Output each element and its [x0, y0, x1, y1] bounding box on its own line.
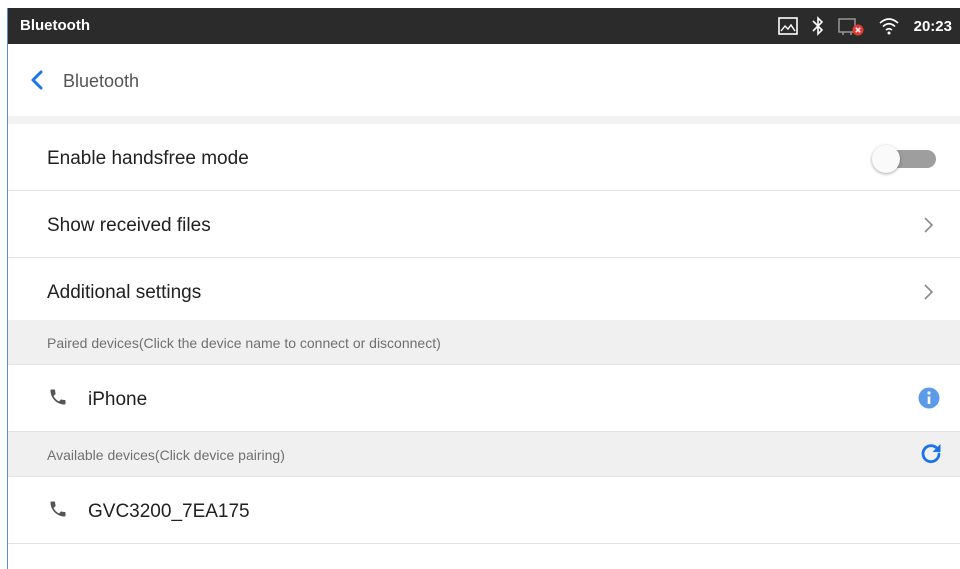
additional-settings-row[interactable]: Additional settings — [8, 258, 960, 325]
available-devices-label: Available devices(Click device pairing) — [47, 447, 285, 463]
screenshot-icon — [777, 17, 798, 35]
handsfree-label: Enable handsfree mode — [47, 148, 249, 169]
screen: Bluetooth 20:23 Bluetooth Enable handsfr… — [8, 8, 960, 569]
received-files-label: Show received files — [47, 215, 211, 236]
paired-devices-label: Paired devices(Click the device name to … — [47, 335, 441, 351]
chevron-left-icon — [31, 70, 43, 90]
chevron-right-icon — [922, 216, 934, 239]
wifi-icon — [878, 17, 900, 35]
toggle-thumb — [872, 145, 900, 173]
page-title: Bluetooth — [63, 71, 140, 91]
handsfree-toggle[interactable] — [872, 144, 940, 173]
status-icons: 20:23 — [777, 8, 952, 44]
handsfree-row[interactable]: Enable handsfree mode — [8, 124, 960, 191]
chevron-right-icon — [922, 283, 934, 306]
paired-devices-header: Paired devices(Click the device name to … — [8, 320, 960, 365]
paired-device-iphone[interactable]: iPhone — [8, 365, 960, 432]
app-bar: Bluetooth — [8, 44, 960, 117]
additional-settings-label: Additional settings — [47, 282, 202, 303]
status-bar: Bluetooth 20:23 — [8, 8, 960, 44]
bluetooth-icon — [812, 16, 824, 36]
phone-icon — [48, 499, 68, 524]
info-icon[interactable] — [918, 387, 940, 409]
device-name: GVC3200_7EA175 — [88, 501, 250, 522]
phone-icon — [48, 387, 68, 412]
status-title: Bluetooth — [20, 17, 90, 34]
device-name: iPhone — [88, 389, 148, 410]
refresh-icon[interactable] — [918, 441, 944, 467]
received-files-row[interactable]: Show received files — [8, 191, 960, 258]
network-error-icon — [837, 16, 864, 36]
divider — [8, 116, 960, 124]
status-time: 20:23 — [913, 17, 952, 35]
available-device-gvc3200[interactable]: GVC3200_7EA175 — [8, 477, 960, 544]
back-button[interactable] — [24, 66, 52, 94]
available-devices-header: Available devices(Click device pairing) — [8, 432, 960, 477]
